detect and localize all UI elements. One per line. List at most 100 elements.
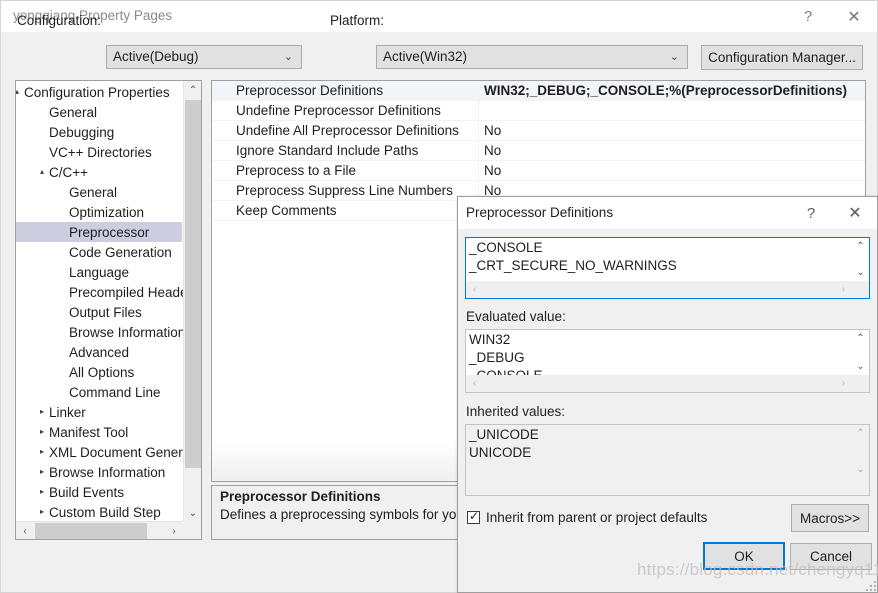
tree-item-label: Linker [49, 404, 86, 420]
chevron-right-icon[interactable]: ▸ [35, 462, 49, 482]
evaluated-value-box[interactable]: WIN32 _DEBUG _CONSOLE ⌃ ⌄ ‹ › [465, 329, 870, 393]
scroll-up-icon[interactable]: ⌃ [184, 81, 201, 99]
configuration-select-value: Active(Debug) [113, 49, 199, 64]
tree-item[interactable]: ▸ XML Document Generator [16, 442, 201, 462]
scroll-up-icon[interactable]: ⌃ [852, 330, 869, 347]
tree-item-label: Language [69, 264, 130, 280]
platform-select[interactable]: Active(Win32) ⌄ [376, 45, 688, 69]
tree-item[interactable]: ▸ Custom Build Step [16, 502, 182, 522]
definitions-horizontal-scrollbar[interactable]: ‹ › [466, 281, 869, 298]
tree-item[interactable]: ▴ C/C++ [16, 162, 182, 182]
evaluated-horizontal-scrollbar[interactable]: ‹ › [466, 375, 869, 392]
property-row[interactable]: Undefine All Preprocessor Definitions No [212, 121, 865, 141]
tree-item-label: Custom Build Step [49, 504, 161, 520]
property-value[interactable]: No [484, 163, 501, 178]
window-titlebar: yongqiang Property Pages ? ✕ [1, 1, 877, 32]
scroll-down-icon[interactable]: ⌄ [852, 264, 869, 281]
scroll-up-icon[interactable]: ⌃ [852, 238, 869, 255]
ok-button[interactable]: OK [703, 542, 785, 570]
tree-item[interactable]: ▸ Build Events [16, 482, 182, 502]
dialog-close-icon[interactable]: ✕ [833, 197, 877, 229]
tree-item[interactable]: ▸ Manifest Tool [16, 422, 182, 442]
configuration-label: Configuration: [17, 13, 102, 28]
inherited-vertical-scrollbar[interactable]: ⌃ ⌄ [852, 425, 869, 478]
dialog-help-icon[interactable]: ? [789, 197, 833, 229]
tree-item[interactable]: Command Line [16, 382, 182, 402]
tree-item[interactable]: General [16, 182, 182, 202]
tree-vertical-scroll-thumb[interactable] [185, 100, 201, 468]
tree-item[interactable]: Optimization [16, 202, 182, 222]
inherited-values-box[interactable]: _UNICODE UNICODE ⌃ ⌄ [465, 424, 870, 496]
tree-item[interactable]: VC++ Directories [16, 142, 182, 162]
configuration-manager-button[interactable]: Configuration Manager... [701, 45, 863, 70]
chevron-down-icon: ⌄ [669, 51, 679, 63]
tree-item[interactable]: Code Generation [16, 242, 182, 262]
property-row[interactable]: Undefine Preprocessor Definitions [212, 101, 865, 121]
close-icon[interactable]: ✕ [831, 1, 877, 32]
evaluated-value-label: Evaluated value: [466, 309, 566, 324]
chevron-right-icon[interactable]: ▸ [35, 402, 49, 422]
help-icon[interactable]: ? [785, 1, 831, 32]
tree-item-label: Command Line [69, 384, 161, 400]
tree-item-label: Advanced [69, 344, 130, 360]
chevron-right-icon[interactable]: ▸ [35, 482, 49, 502]
inherit-defaults-row[interactable]: ✓ Inherit from parent or project default… [467, 509, 707, 525]
chevron-down-icon[interactable]: ▴ [35, 162, 49, 182]
tree-item-label: Browse Information [69, 324, 186, 340]
property-row[interactable]: Preprocess to a File No [212, 161, 865, 181]
tree-horizontal-scrollbar[interactable]: ‹ › [16, 521, 201, 539]
tree-item[interactable]: ▸ Linker [16, 402, 182, 422]
definitions-textarea-value: _CONSOLE _CRT_SECURE_NO_WARNINGS [469, 240, 677, 273]
definitions-vertical-scrollbar[interactable]: ⌃ ⌄ [852, 238, 869, 281]
tree-item[interactable]: Debugging [16, 122, 182, 142]
property-row[interactable]: Preprocessor Definitions WIN32;_DEBUG;_CO… [212, 81, 865, 101]
scroll-down-icon[interactable]: ⌄ [852, 358, 869, 375]
tree-item-label: Preprocessor [69, 224, 150, 240]
scroll-down-icon[interactable]: ⌄ [852, 461, 869, 478]
cancel-button[interactable]: Cancel [790, 543, 872, 570]
scroll-right-icon[interactable]: › [835, 375, 852, 392]
definitions-textarea[interactable]: _CONSOLE _CRT_SECURE_NO_WARNINGS ⌃ ⌄ ‹ › [465, 237, 870, 299]
tree-item[interactable]: Browse Information [16, 322, 186, 342]
scrollbar-corner [183, 521, 201, 539]
properties-tree[interactable]: ▴ Configuration Properties General Debuggin… [15, 80, 202, 540]
scroll-down-icon[interactable]: ⌄ [184, 504, 201, 522]
scroll-left-icon[interactable]: ‹ [466, 281, 483, 298]
tree-item-label: Output Files [69, 304, 142, 320]
property-value[interactable]: WIN32;_DEBUG;_CONSOLE;%(PreprocessorDefi… [484, 83, 847, 98]
tree-item[interactable]: ▴ Configuration Properties [16, 82, 182, 102]
chevron-right-icon[interactable]: ▸ [35, 502, 49, 522]
property-name: Keep Comments [236, 203, 337, 218]
scroll-left-icon[interactable]: ‹ [16, 522, 34, 539]
scroll-right-icon[interactable]: › [165, 522, 183, 539]
tree-vertical-scrollbar[interactable]: ⌃ ⌄ [183, 81, 201, 522]
tree-item[interactable]: Output Files [16, 302, 182, 322]
resize-grip-icon[interactable] [864, 579, 876, 591]
chevron-right-icon[interactable]: ▸ [35, 442, 49, 462]
evaluated-vertical-scrollbar[interactable]: ⌃ ⌄ [852, 330, 869, 375]
macros-button[interactable]: Macros>> [791, 504, 869, 532]
inherit-defaults-checkbox[interactable]: ✓ [467, 509, 480, 524]
tree-item[interactable]: All Options [16, 362, 182, 382]
configuration-select[interactable]: Active(Debug) ⌄ [106, 45, 302, 69]
property-pages-window: yongqiang Property Pages ? ✕ Configurati… [0, 0, 878, 593]
tree-item[interactable]: ▸ Browse Information [16, 462, 182, 482]
tree-item[interactable]: Preprocessor [16, 222, 182, 242]
scroll-right-icon[interactable]: › [835, 281, 852, 298]
chevron-down-icon[interactable]: ▴ [16, 82, 24, 102]
property-value[interactable]: No [484, 143, 501, 158]
tree-item[interactable]: Advanced [16, 342, 182, 362]
tree-horizontal-scroll-thumb[interactable] [35, 523, 147, 539]
description-title: Preprocessor Definitions [220, 489, 381, 504]
tree-item[interactable]: Language [16, 262, 182, 282]
chevron-right-icon[interactable]: ▸ [35, 422, 49, 442]
tree-item-label: Manifest Tool [49, 424, 129, 440]
property-value[interactable]: No [484, 123, 501, 138]
property-name: Preprocessor Definitions [236, 83, 384, 98]
tree-item[interactable]: Precompiled Headers [16, 282, 199, 302]
property-row[interactable]: Ignore Standard Include Paths No [212, 141, 865, 161]
scroll-left-icon[interactable]: ‹ [466, 375, 483, 392]
tree-item-label: Configuration Properties [24, 84, 170, 100]
scroll-up-icon[interactable]: ⌃ [852, 425, 869, 442]
tree-item[interactable]: General [16, 102, 182, 122]
